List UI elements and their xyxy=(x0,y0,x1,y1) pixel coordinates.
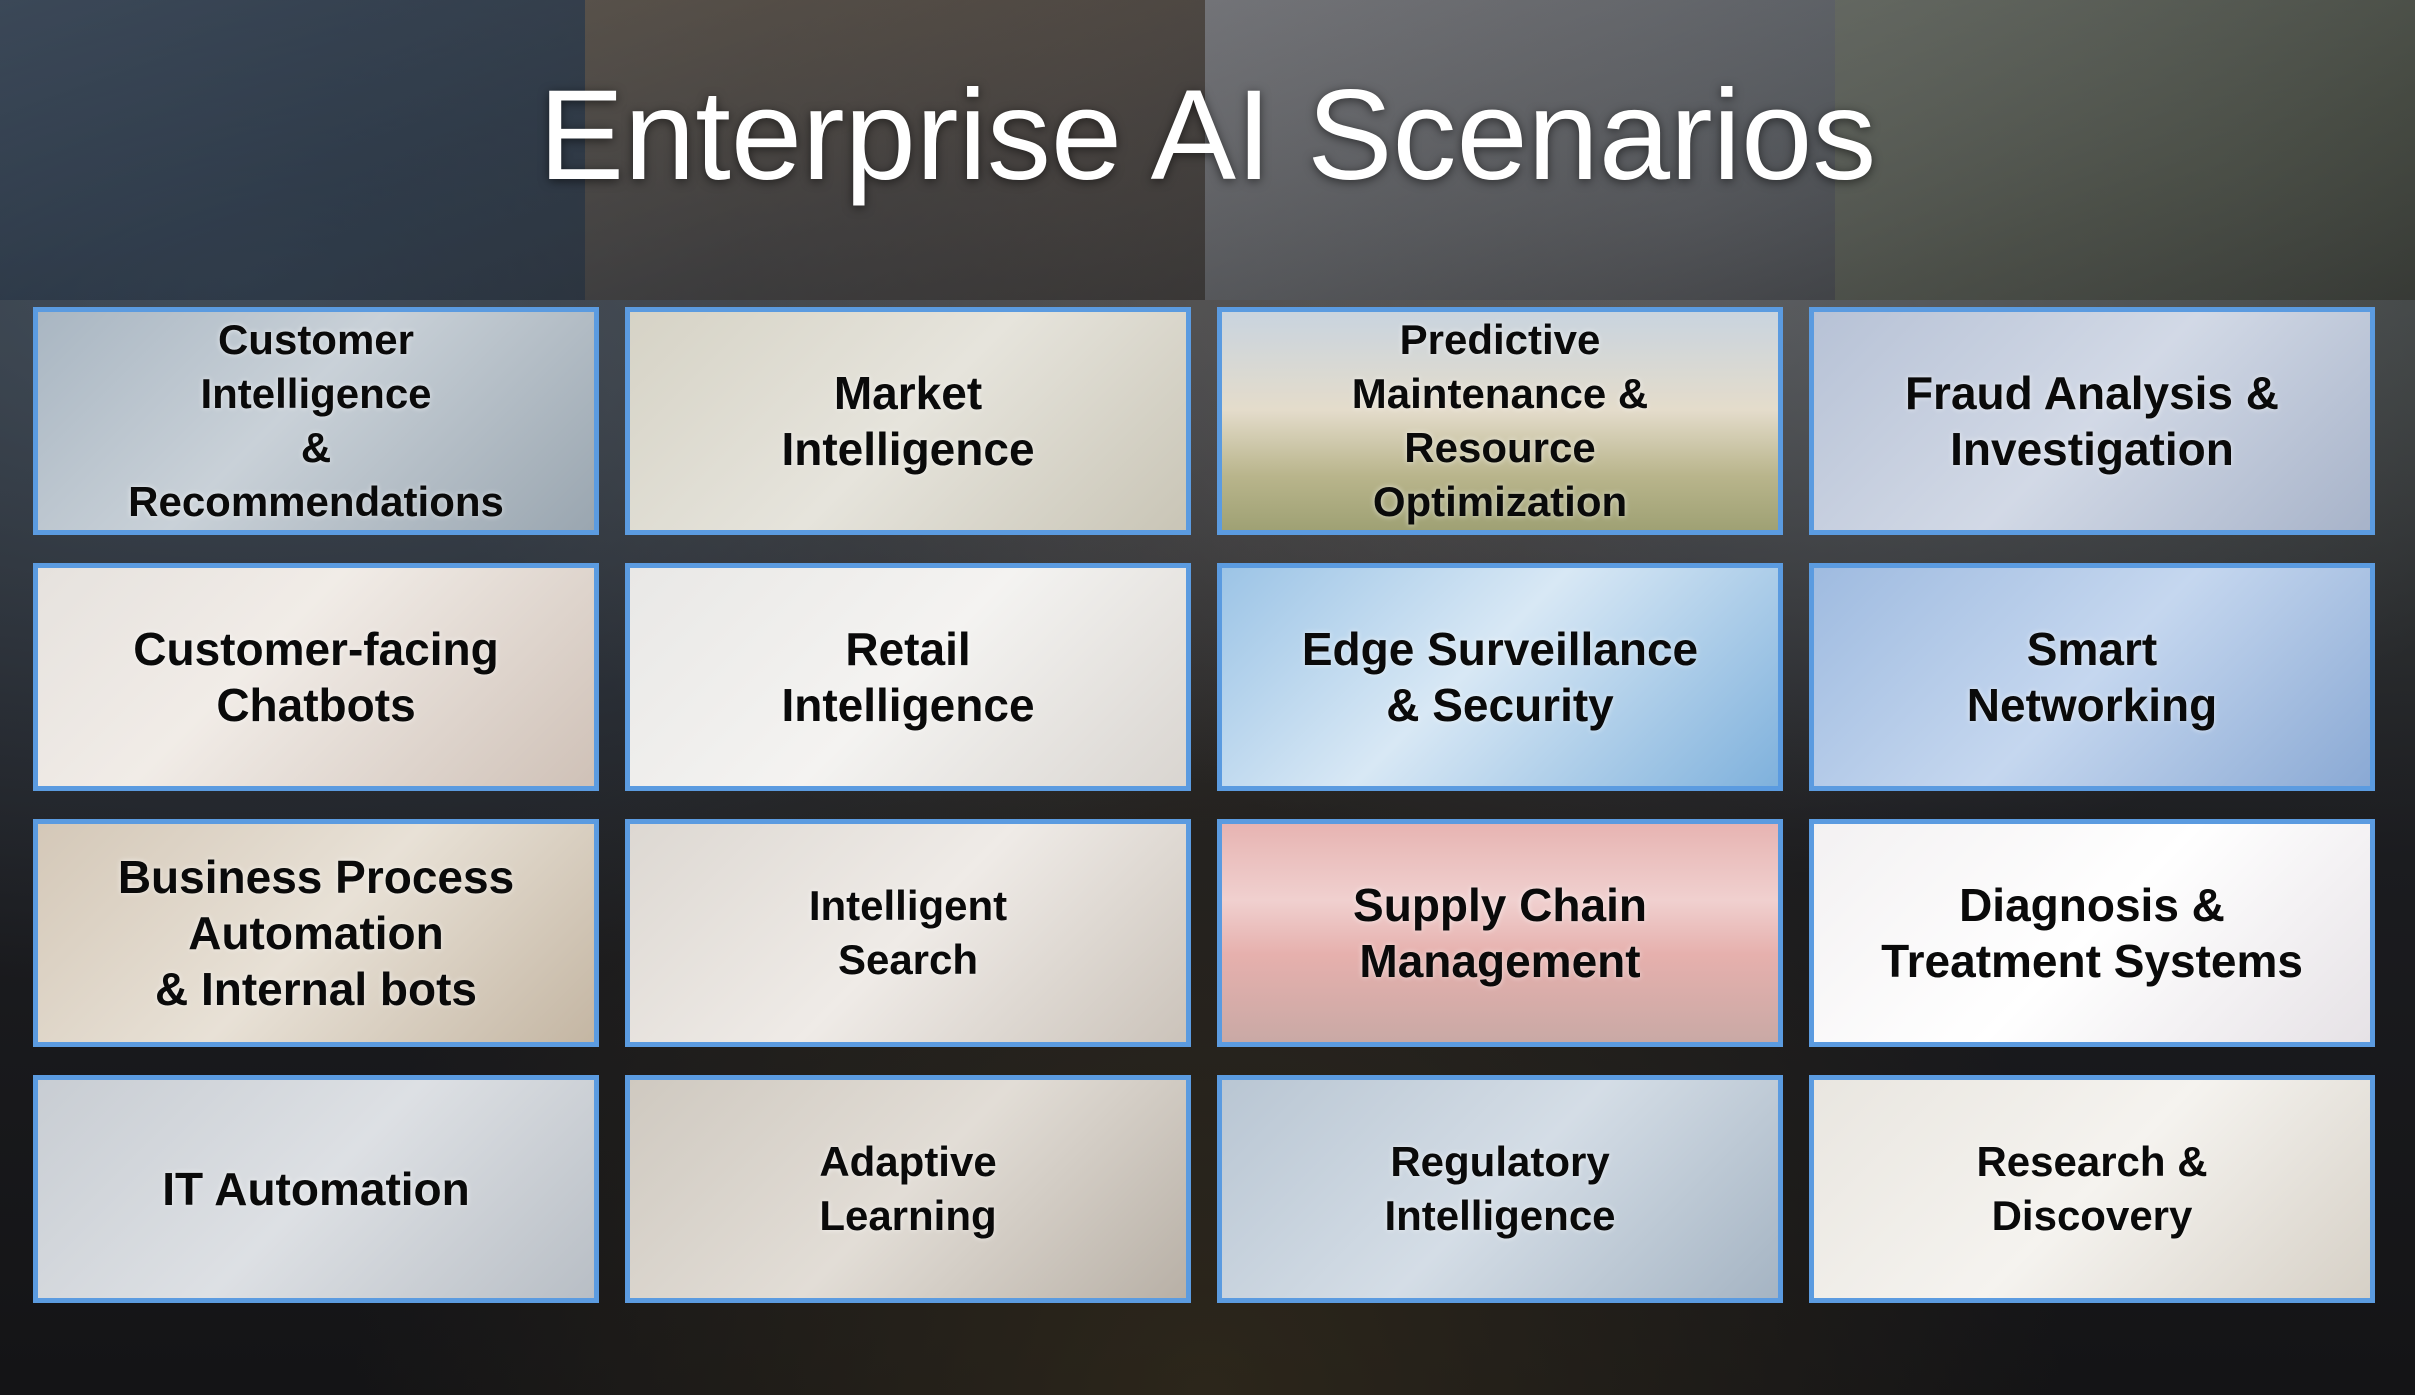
tile-regulatory-intelligence[interactable]: Regulatory Intelligence xyxy=(1217,1075,1783,1303)
tile-market-intelligence[interactable]: Market Intelligence xyxy=(625,307,1191,535)
tile-smart-networking[interactable]: Smart Networking xyxy=(1809,563,2375,791)
scenario-grid: Customer Intelligence & Recommendations … xyxy=(33,307,2383,1303)
tile-research-discovery[interactable]: Research & Discovery xyxy=(1809,1075,2375,1303)
tile-label: Customer-facing Chatbots xyxy=(133,623,499,731)
tile-fraud-analysis[interactable]: Fraud Analysis & Investigation xyxy=(1809,307,2375,535)
tile-label: Retail Intelligence xyxy=(781,623,1035,731)
tile-edge-surveillance[interactable]: Edge Surveillance & Security xyxy=(1217,563,1783,791)
tile-label: Predictive Maintenance & Resource Optimi… xyxy=(1351,316,1649,525)
tile-label: Smart Networking xyxy=(1966,623,2218,731)
slide: Enterprise AI Scenarios Customer Intelli… xyxy=(0,0,2415,1395)
tile-label: Customer Intelligence & Recommendations xyxy=(128,316,504,525)
tile-label: Intelligent Search xyxy=(808,882,1008,983)
tile-label: IT Automation xyxy=(162,1163,470,1215)
tile-label: Diagnosis & Treatment Systems xyxy=(1881,879,2303,987)
tile-customer-chatbots[interactable]: Customer-facing Chatbots xyxy=(33,563,599,791)
tile-label: Fraud Analysis & Investigation xyxy=(1904,367,2280,475)
tile-label: Research & Discovery xyxy=(1976,1138,2208,1239)
tile-diagnosis-treatment[interactable]: Diagnosis & Treatment Systems xyxy=(1809,819,2375,1047)
tile-predictive-maintenance[interactable]: Predictive Maintenance & Resource Optimi… xyxy=(1217,307,1783,535)
tile-it-automation[interactable]: IT Automation xyxy=(33,1075,599,1303)
tile-retail-intelligence[interactable]: Retail Intelligence xyxy=(625,563,1191,791)
tile-label: Regulatory Intelligence xyxy=(1384,1138,1616,1239)
tile-label: Market Intelligence xyxy=(781,367,1035,475)
tile-label: Supply Chain Management xyxy=(1353,879,1647,987)
tile-customer-intelligence[interactable]: Customer Intelligence & Recommendations xyxy=(33,307,599,535)
tile-intelligent-search[interactable]: Intelligent Search xyxy=(625,819,1191,1047)
tile-label: Adaptive Learning xyxy=(819,1138,997,1239)
tile-adaptive-learning[interactable]: Adaptive Learning xyxy=(625,1075,1191,1303)
tile-label: Business Process Automation & Internal b… xyxy=(117,851,515,1015)
tile-business-process-automation[interactable]: Business Process Automation & Internal b… xyxy=(33,819,599,1047)
tile-label: Edge Surveillance & Security xyxy=(1301,623,1699,731)
tile-supply-chain[interactable]: Supply Chain Management xyxy=(1217,819,1783,1047)
slide-title: Enterprise AI Scenarios xyxy=(538,64,1877,207)
